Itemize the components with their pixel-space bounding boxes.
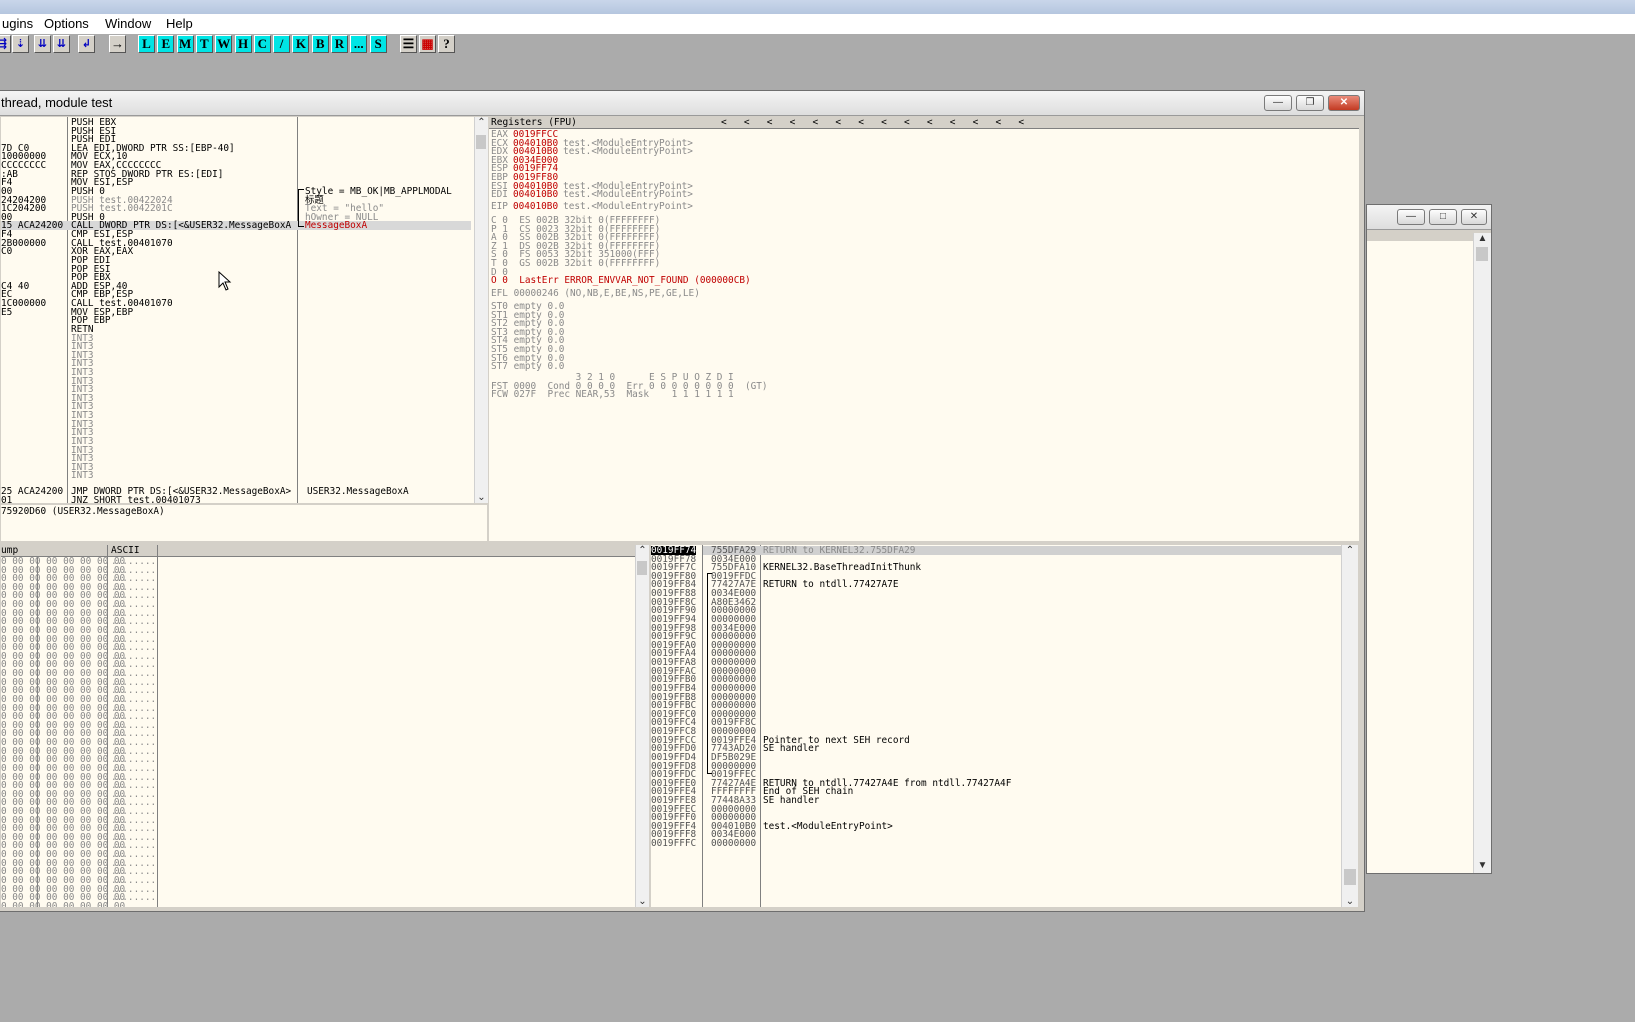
animate-into-icon[interactable]: ⇊ — [34, 35, 51, 53]
toolbar-button-1[interactable]: E — [157, 35, 175, 53]
stack-comment: SE handler — [763, 794, 820, 806]
secondary-window: — □ ✕ ▲ ▼ — [1366, 204, 1492, 874]
stack-comment: RETURN to KERNEL32.755DFA29 — [763, 545, 916, 556]
cpu-window: thread, module test — ❐ ✕ PUSH EBX PUSH E… — [0, 90, 1365, 912]
toolbar-button-12[interactable]: S — [369, 35, 387, 53]
toolbar-button-0[interactable]: L — [138, 35, 155, 53]
registers-header-title: Registers (FPU) — [491, 117, 577, 128]
toolbar-button-7[interactable]: / — [273, 35, 291, 53]
stack-value[interactable]: 00000000 — [711, 839, 756, 848]
fpu-st-row[interactable]: ST7 empty 0.0 — [491, 362, 564, 371]
appearance-icon[interactable]: ☰ — [400, 35, 417, 53]
help-icon[interactable]: ? — [438, 35, 455, 53]
cpu-window-title: thread, module test — [1, 95, 113, 110]
eip-row[interactable]: EIP 004010B0 test.<ModuleEntryPoint> — [491, 202, 693, 211]
dump-hex-header[interactable]: ump — [1, 545, 18, 556]
go-to-expression-icon[interactable]: → — [109, 35, 126, 53]
menu-window[interactable]: Window — [103, 15, 153, 33]
toolbar-button-2[interactable]: M — [176, 35, 194, 53]
mouse-cursor-icon — [218, 271, 232, 291]
toolbar-button-9[interactable]: B — [311, 35, 329, 53]
toolbar-button-4[interactable]: W — [215, 35, 233, 53]
toolbar-button-3[interactable]: T — [195, 35, 213, 53]
flag-row[interactable]: T 0 GS 002B 32bit 0(FFFFFFFF) — [491, 259, 660, 268]
info-line: 75920D60 (USER32.MessageBoxA) — [1, 506, 165, 517]
execute-till-return-icon[interactable]: ↲ — [78, 35, 95, 53]
disasm-instruction[interactable]: INT3 — [71, 471, 94, 480]
disassembly-pane[interactable]: PUSH EBX PUSH ESI PUSH EDI 7D C0 LEA EDI,DWO… — [1, 117, 474, 503]
registers-arrows[interactable]: < < < < < < < < < < < < < < — [721, 117, 1024, 128]
dump-pane[interactable]: ump ASCII 0 00 00 00 00 00 00 00........… — [1, 545, 635, 907]
register-info: test.<ModuleEntryPoint> — [563, 200, 693, 212]
disassembly-scrollbar[interactable]: ⌃ ⌄ — [474, 117, 488, 503]
stack-comment: SE handler — [763, 743, 820, 755]
registers-pane[interactable]: Registers (FPU) < < < < < < < < < < < < … — [489, 117, 1359, 541]
minimize-icon[interactable]: — — [1264, 95, 1292, 111]
toolbar-button-8[interactable]: K — [292, 35, 310, 53]
animate-over-icon[interactable]: ⇊ — [53, 35, 70, 53]
colors-icon[interactable]: ▦ — [419, 35, 436, 53]
dump-scrollbar[interactable]: ⌃ ⌄ — [635, 545, 649, 907]
disasm-hex: 01 — [1, 494, 13, 503]
disasm-comment: Style = MB_OK|MB_APPLMODAL — [305, 185, 452, 197]
maximize-icon[interactable]: □ — [1429, 209, 1457, 225]
dump-ascii-header[interactable]: ASCII — [111, 545, 140, 556]
disasm-hex: E5 — [1, 306, 13, 318]
dump-ascii-row[interactable]: ........ — [111, 902, 156, 907]
disasm-comment: MessageBoxA — [305, 220, 368, 232]
minimize-icon[interactable]: — — [1397, 209, 1425, 225]
fpu-status-row[interactable]: FCW 027F Prec NEAR,53 Mask 1 1 1 1 1 1 — [491, 390, 734, 399]
close-icon[interactable]: ✕ — [1461, 209, 1487, 225]
cpu-window-titlebar: thread, module test — ❐ ✕ — [0, 91, 1364, 116]
run-to-selection-icon[interactable]: ⇶ — [0, 35, 11, 53]
toolbar: ⇶ ⇣ ⇊ ⇊ ↲ → L E M T W H C / K B R... S ☰ ▦ ? — [0, 34, 1635, 56]
registers-header: Registers (FPU) < < < < < < < < < < < < … — [489, 117, 1359, 129]
register-name: EIP — [491, 200, 508, 212]
register-info: test.<ModuleEntryPoint> — [563, 189, 693, 201]
toolbar-button-11[interactable]: ... — [350, 35, 368, 53]
stack-comment: KERNEL32.BaseThreadInitThunk — [763, 562, 922, 574]
restore-icon[interactable]: ❐ — [1296, 95, 1324, 111]
register-value[interactable]: 004010B0 — [513, 201, 558, 212]
disasm-hex: C0 — [1, 246, 13, 258]
toolbar-button-6[interactable]: C — [253, 35, 271, 53]
stack-comment: test.<ModuleEntryPoint> — [763, 820, 893, 832]
stack-pane[interactable]: 0019FF74 755DFA29 RETURN to KERNEL32.755DF… — [651, 545, 1341, 907]
step-into-icon[interactable]: ⇣ — [12, 35, 29, 53]
toolbar-button-5[interactable]: H — [234, 35, 252, 53]
stack-address[interactable]: 0019FFFC — [651, 839, 696, 848]
menu-help[interactable]: Help — [164, 15, 195, 33]
dump-hex-row[interactable]: 0 00 00 00 00 00 00 00 — [1, 902, 125, 907]
stack-scrollbar[interactable]: ⌃ ⌄ — [1341, 545, 1358, 907]
secondary-window-pane — [1367, 233, 1473, 873]
register-info: test.<ModuleEntryPoint> — [563, 146, 693, 158]
close-icon[interactable]: ✕ — [1328, 95, 1360, 111]
register-row[interactable]: EDI 004010B0 test.<ModuleEntryPoint> — [491, 190, 693, 199]
secondary-window-titlebar: — □ ✕ — [1367, 205, 1491, 230]
info-pane: 75920D60 (USER32.MessageBoxA) — [1, 505, 487, 541]
disasm-comment: USER32.MessageBoxA — [307, 486, 409, 497]
register-name: EDI — [491, 189, 508, 201]
secondary-scrollbar[interactable]: ▲ ▼ — [1473, 233, 1491, 873]
app-title-strip — [0, 0, 1635, 14]
disasm-instruction[interactable]: JNZ SHORT test.00401073 — [71, 495, 201, 503]
register-value[interactable]: 004010B0 — [513, 189, 558, 200]
flag-row[interactable]: O 0 LastErr ERROR_ENVVAR_NOT_FOUND (0000… — [491, 276, 751, 285]
menu-plugins[interactable]: ugins — [0, 15, 35, 33]
toolbar-button-10[interactable]: R — [331, 35, 348, 53]
stack-comment: RETURN to ntdll.77427A7E — [763, 579, 899, 591]
menu-options[interactable]: Options — [42, 15, 91, 33]
efl-row[interactable]: EFL 00000246 (NO,NB,E,BE,NS,PE,GE,LE) — [491, 289, 700, 298]
menu-bar: ugins Options Window Help — [0, 14, 1635, 35]
